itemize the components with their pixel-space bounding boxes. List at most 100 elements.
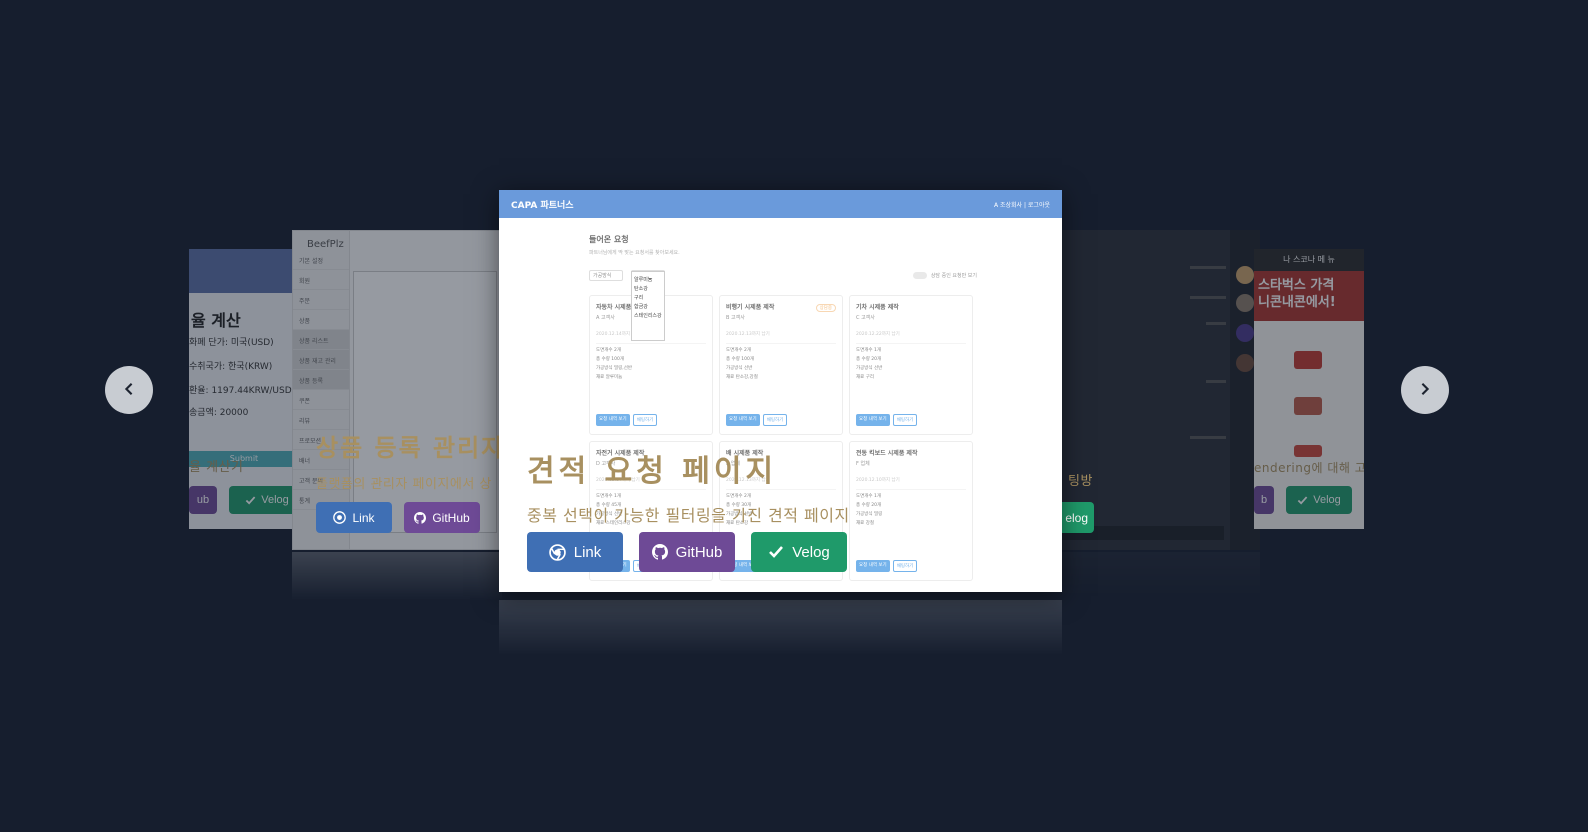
sidebar-item: 주문 — [293, 290, 349, 310]
card-title: 기차 시제품 제작 — [856, 304, 899, 311]
dropdown-option: 스테인리스강 — [634, 313, 662, 319]
dropdown-option: 합금강 — [634, 304, 648, 310]
chevron-right-icon — [1418, 381, 1432, 400]
card-spec: 재료 탄소강,강철 — [726, 375, 758, 380]
velog-button[interactable]: Velog — [1286, 486, 1352, 514]
slide-caption-chat: 팅방 — [1068, 470, 1093, 489]
card-actions: 요청 내역 보기채팅하기 — [856, 560, 918, 572]
card-spec: 재료 구리 — [856, 375, 874, 380]
slide-caption: 율 계산기 — [189, 460, 244, 475]
view-request-button: 요청 내역 보기 — [856, 560, 890, 572]
card-client: B 고객사 — [726, 315, 745, 321]
github-button[interactable]: b — [1254, 486, 1274, 514]
sidebar-item: 기본 설정 — [293, 250, 349, 270]
estimate-brand: CAPA 파트너스 — [511, 200, 574, 211]
link-button[interactable]: Link — [316, 502, 392, 533]
card-spec: 도면개수 2개 — [596, 348, 621, 353]
sidebar-item: 상품 등록 — [293, 370, 349, 390]
github-label: GitHub — [675, 543, 723, 561]
slide-caption: 팅방 — [1068, 474, 1093, 489]
sidebar-item: 상품 재고 관리 — [293, 350, 349, 370]
velog-button[interactable]: Velog — [229, 486, 299, 514]
chrome-icon — [548, 543, 566, 561]
slide-caption-starbucks: endering에 대해 고민 — [1254, 459, 1364, 476]
chat-button: 채팅하기 — [892, 560, 918, 572]
card-spec: 도면개수 2개 — [726, 348, 751, 353]
prev-slide-button[interactable] — [105, 366, 153, 414]
card-actions: 요청 내역 보기채팅하기 — [596, 414, 658, 426]
card-spec: 총 수량 20개 — [856, 503, 882, 508]
admin-form-box — [353, 271, 497, 533]
velog-button[interactable]: Velog — [751, 532, 847, 572]
slide-reflection — [499, 600, 1062, 680]
card-due-date: 2020.12.10까지 납기 — [856, 477, 966, 490]
chat-message — [1206, 322, 1226, 325]
github-button[interactable]: GitHub — [639, 532, 735, 572]
sidebar-item: 회원 — [293, 270, 349, 290]
status-badge: 상담중 — [815, 304, 836, 312]
github-label: b — [1260, 494, 1268, 506]
github-icon — [414, 511, 427, 524]
card-spec: 가공방식 밀링 — [856, 512, 883, 517]
menu-item-image — [1294, 397, 1322, 415]
slide-buttons-estimate: Link GitHub Velog — [527, 532, 847, 572]
chat-message — [1206, 380, 1226, 383]
sidebar-item: 상품 리스트 — [293, 330, 349, 350]
card-spec: 재료 알루미늄 — [596, 375, 623, 380]
chat-button: 채팅하기 — [762, 414, 788, 426]
chat-message — [1190, 296, 1226, 299]
filter-dropdown: 알루미늄 탄소강 구리 합금강 스테인리스강 — [631, 271, 665, 341]
sidebar-item: 리뷰 — [293, 410, 349, 430]
chat-button: 채팅하기 — [892, 414, 918, 426]
form-row: 수취국가: 한국(KRW) — [189, 362, 273, 372]
estimate-navbar: CAPA 파트너스 A 조상회사 | 로그아웃 — [499, 190, 1062, 218]
estimate-card: 비행기 시제품 제작 B 고객사 2020.12.13까지 납기 도면개수 2개 총 수… — [719, 295, 843, 435]
banner-text: 스타벅스 가격 니콘내콘에서! — [1258, 278, 1336, 310]
check-icon — [768, 544, 784, 560]
estimate-nav-right: A 조상회사 | 로그아웃 — [993, 201, 1050, 209]
carousel: 율 계산 화폐 단가: 미국(USD) 수취국가: 한국(KRW) 환율: 11… — [0, 0, 1588, 832]
estimate-card: 전동 킥보드 시제품 제작 F 업체 2020.12.10까지 납기 도면개수 1개 총… — [849, 441, 973, 581]
slide-caption: endering에 대해 고민 — [1254, 461, 1364, 475]
sidebar-item: 쿠폰 — [293, 390, 349, 410]
github-button[interactable]: GitHub — [404, 502, 480, 533]
chrome-icon — [333, 511, 347, 524]
menu-item-image — [1294, 445, 1322, 457]
slide-reflection — [1050, 552, 1260, 622]
github-label: ub — [196, 494, 210, 506]
card-spec: 총 수량 100개 — [596, 357, 625, 362]
card-actions: 요청 내역 보기채팅하기 — [726, 414, 788, 426]
slide-buttons-admin: Link GitHub — [316, 502, 480, 533]
card-spec: 도면개수 1개 — [856, 494, 881, 499]
view-request-button: 요청 내역 보기 — [856, 414, 890, 426]
link-button[interactable]: Link — [527, 532, 623, 572]
chat-button: 채팅하기 — [632, 414, 658, 426]
slide-title: 상품 등록 관리자 — [316, 434, 506, 462]
slide-caption-currency: 율 계산기 — [189, 456, 243, 475]
slide-caption-admin: 상품 등록 관리자 플랫폼의 관리자 페이지에서 상 — [316, 428, 505, 492]
toggle-label: 상담 중인 요청만 보기 — [930, 273, 977, 279]
slide-banner: 스타벅스 가격 니콘내콘에서! — [1254, 271, 1364, 321]
form-row: 화폐 단가: 미국(USD) — [189, 338, 274, 348]
chevron-left-icon — [122, 381, 136, 400]
github-button[interactable]: ub — [189, 486, 217, 514]
github-label: GitHub — [432, 510, 470, 525]
velog-label: Velog — [792, 543, 830, 561]
next-slide-button[interactable] — [1401, 366, 1449, 414]
velog-label: Velog — [1313, 494, 1341, 506]
check-icon — [1297, 495, 1308, 506]
link-label: Link — [573, 543, 602, 561]
slide-title: 율 계산 — [191, 311, 241, 330]
card-actions: 요청 내역 보기채팅하기 — [856, 414, 918, 426]
dropdown-option: 구리 — [634, 295, 644, 301]
card-spec: 재료 강철 — [856, 521, 874, 526]
dropdown-option: 알루미늄 — [634, 277, 653, 283]
card-spec: 총 수량 100개 — [726, 357, 755, 362]
card-spec: 가공방식 선반 — [856, 366, 883, 371]
toggle-switch — [912, 272, 927, 279]
card-client: C 고객사 — [856, 315, 875, 321]
card-due-date: 2020.12.13까지 납기 — [726, 331, 836, 344]
dropdown-option: 탄소강 — [634, 286, 648, 292]
chat-message — [1190, 436, 1226, 439]
slide-description: 플랫폼의 관리자 페이지에서 상 — [316, 477, 492, 492]
